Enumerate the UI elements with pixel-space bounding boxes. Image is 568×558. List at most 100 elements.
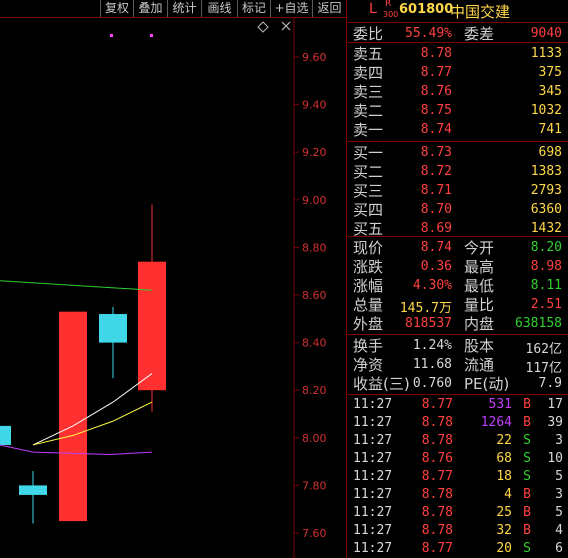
candle-body [19,485,47,495]
tick-price: 8.78 [421,433,453,448]
tick-side: B [523,505,531,520]
tick-volume: 32 [496,523,512,538]
tick-time: 11:27 [353,451,393,466]
tick-time: 11:27 [353,541,393,556]
tick-time: 11:27 [353,505,393,520]
tick-side: S [523,433,531,448]
tick-volume: 68 [496,451,512,466]
fund-value: 7.9 [538,376,562,391]
bid-price: 8.71 [420,183,452,198]
stock-code: 601800 [399,2,454,17]
y-tick-label: 8.20 [302,384,327,397]
tick-time: 11:27 [353,415,393,430]
tick-row[interactable]: 11:27 8.78 1264 B 39 [347,415,568,433]
tick-volume: 20 [496,541,512,556]
fund-value: 11.68 [412,357,452,372]
tick-volume: 25 [496,505,512,520]
tick-count: 5 [555,469,563,484]
toolbar-button-back[interactable]: 返回 [312,0,346,17]
toolbar-button-draw[interactable]: 画线 [201,0,237,17]
quote-label: 今开 [464,239,495,257]
tick-row[interactable]: 11:27 8.77 18 S 5 [347,469,568,487]
toolbar-button-mark[interactable]: 标记 [237,0,270,17]
y-tick-label: 9.20 [302,146,327,159]
toolbar-button-fuquan[interactable]: 复权 [100,0,133,17]
market-letter: L [369,1,377,17]
y-tick-label: 8.80 [302,241,327,254]
tick-side: B [523,415,531,430]
quote-value: 0.36 [420,259,452,274]
tick-volume: 1264 [480,415,512,430]
bid-price: 8.70 [420,202,452,217]
ask-level-label: 卖五 [353,45,384,63]
tick-count: 39 [547,415,563,430]
bid-volume: 2793 [530,183,562,198]
bid-level-label: 买四 [353,201,384,219]
bid-price: 8.69 [420,221,452,236]
ma-line-white [32,373,153,446]
tick-row[interactable]: 11:27 8.78 22 S 3 [347,433,568,451]
tick-time: 11:27 [353,397,393,412]
ask-level-label: 卖一 [353,121,384,139]
diamond-icon [257,21,269,33]
tick-count: 3 [555,487,563,502]
tick-side: B [523,523,531,538]
kline-svg: 9.60 9.40 9.20 9.00 8.80 8.60 8.40 8.20 8.00 7.80… [0,18,327,558]
fund-value: 1.24% [412,338,452,353]
r-badge-sub: 300 [383,10,399,19]
quote-value: 8.11 [530,278,562,293]
quote-label: 最低 [464,277,495,295]
kline-chart[interactable]: 9.60 9.40 9.20 9.00 8.80 8.60 8.40 8.20 8.00 7.80… [0,18,346,558]
tick-row[interactable]: 11:27 8.77 531 B 17 [347,397,568,415]
quote-label: 现价 [353,239,384,257]
fund-label: 流通 [464,356,495,374]
y-tick-label: 7.80 [302,479,327,492]
tick-time: 11:27 [353,469,393,484]
fund-value: 0.760 [412,376,452,391]
tick-count: 10 [547,451,563,466]
ask-price: 8.78 [420,46,452,61]
tick-price: 8.77 [421,541,453,556]
close-icon [281,21,291,31]
quote-label: 涨幅 [353,277,384,295]
weibi-value: 55.49% [405,26,452,41]
quote-label: 量比 [464,296,495,314]
quote-value: 818537 [405,316,452,331]
tick-row[interactable]: 11:27 8.78 25 B 5 [347,505,568,523]
quote-label: 最高 [464,258,495,276]
tick-count: 17 [547,397,563,412]
tick-row[interactable]: 11:27 8.76 68 S 10 [347,451,568,469]
toolbar-button-overlay[interactable]: 叠加 [133,0,167,17]
quote-value: 145.7万 [399,301,452,316]
fund-value: 162亿 [525,342,562,357]
quote-label: 涨跌 [353,258,384,276]
quote-label: 总量 [353,296,384,314]
ask-volume: 375 [538,65,562,80]
tick-price: 8.78 [421,523,453,538]
toolbar-button-stats[interactable]: 统计 [167,0,201,17]
event-marker [150,34,153,37]
quote-value: 4.30% [412,278,452,293]
tick-side: S [523,451,531,466]
tick-side: B [523,397,531,412]
ask-price: 8.76 [420,84,452,99]
y-tick-label: 9.40 [302,99,327,112]
bid-volume: 698 [538,145,562,160]
quote-panel: L R 300 601800 中国交建 委比 55.49% 委差 9040 卖五… [346,0,568,558]
tick-row[interactable]: 11:27 8.78 4 B 3 [347,487,568,505]
tick-time: 11:27 [353,487,393,502]
toolbar-button-add-watchlist[interactable]: +自选 [270,0,312,17]
fund-label: 净资 [353,356,384,374]
tick-row[interactable]: 11:27 8.78 32 B 4 [347,523,568,541]
ask-price: 8.74 [420,122,452,137]
tick-count: 6 [555,541,563,556]
stock-name: 中国交建 [450,3,511,21]
bid-level-label: 买一 [353,144,384,162]
ask-price: 8.77 [420,65,452,80]
ask-volume: 741 [538,122,562,137]
tick-side: S [523,469,531,484]
tick-time: 11:27 [353,433,393,448]
ask-level-label: 卖四 [353,64,384,82]
candle-body [0,425,11,445]
tick-row[interactable]: 11:27 8.77 20 S 6 [347,541,568,558]
